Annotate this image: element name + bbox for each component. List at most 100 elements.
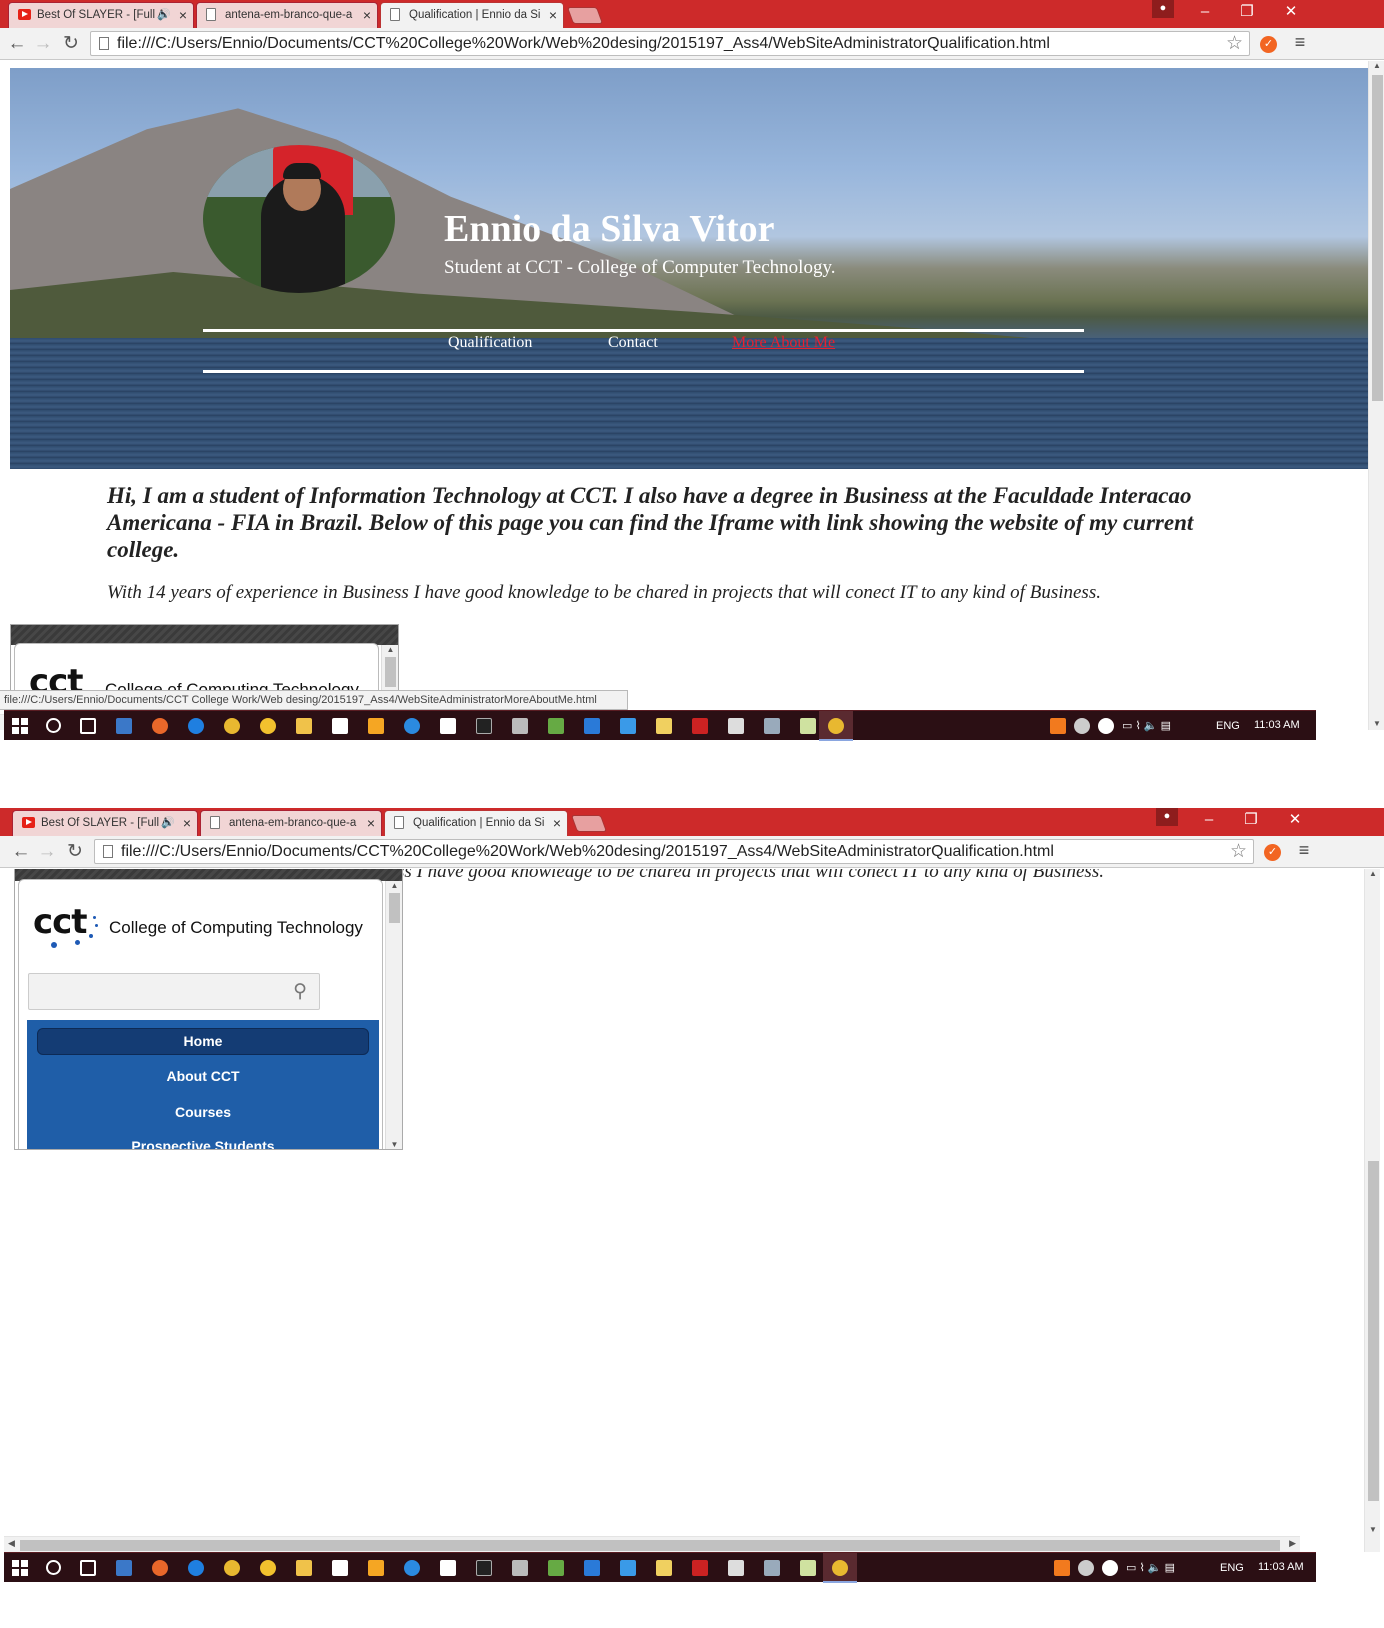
app-icon[interactable] bbox=[584, 718, 600, 734]
reload-icon[interactable]: ↻ bbox=[64, 841, 86, 863]
tab-qualification[interactable]: Qualification | Ennio da Si × bbox=[384, 810, 568, 837]
acrobat-icon[interactable] bbox=[692, 718, 708, 734]
page-scrollbar[interactable]: ▲ ▼ bbox=[1368, 61, 1384, 730]
back-arrow-icon[interactable]: ← bbox=[6, 33, 28, 55]
tray-app-icon[interactable] bbox=[1054, 1560, 1070, 1576]
clock[interactable]: 11:03 AM bbox=[1258, 1553, 1304, 1581]
close-tab-icon[interactable]: × bbox=[549, 3, 557, 27]
chrome-icon[interactable] bbox=[224, 1560, 240, 1576]
windows-start-icon[interactable] bbox=[12, 1560, 28, 1576]
extension-icon[interactable]: ✓ bbox=[1260, 36, 1277, 53]
scroll-up-icon[interactable]: ▲ bbox=[1365, 869, 1381, 878]
bookmark-star-icon[interactable]: ☆ bbox=[1230, 840, 1247, 863]
notes-icon[interactable] bbox=[656, 718, 672, 734]
forward-arrow-icon[interactable]: → bbox=[32, 33, 54, 55]
calculator-icon[interactable] bbox=[440, 718, 456, 734]
app-icon[interactable] bbox=[728, 1560, 744, 1576]
terminal-icon[interactable] bbox=[476, 1560, 492, 1576]
extension-icon[interactable]: ✓ bbox=[1264, 844, 1281, 861]
app-icon[interactable] bbox=[764, 718, 780, 734]
chrome-active-icon[interactable] bbox=[832, 1560, 848, 1576]
scroll-right-icon[interactable]: ▶ bbox=[1289, 1538, 1296, 1549]
app-icon[interactable] bbox=[584, 1560, 600, 1576]
task-view-icon[interactable] bbox=[80, 718, 96, 734]
scroll-down-icon[interactable]: ▼ bbox=[1369, 719, 1384, 728]
minimize-button[interactable]: – bbox=[1182, 0, 1228, 26]
nav-about-cct[interactable]: About CCT bbox=[27, 1068, 379, 1084]
search-input[interactable]: ⚲ bbox=[28, 973, 320, 1010]
app-icon[interactable] bbox=[620, 718, 636, 734]
college-iframe[interactable]: cct College of Computing Technology ⚲ Ho… bbox=[14, 869, 403, 1150]
app-icon[interactable] bbox=[800, 718, 816, 734]
address-bar[interactable]: file:///C:/Users/Ennio/Documents/CCT%20C… bbox=[94, 839, 1254, 864]
scroll-up-icon[interactable]: ▲ bbox=[386, 881, 402, 890]
cct-logo[interactable]: cct bbox=[33, 902, 88, 942]
scroll-up-icon[interactable]: ▲ bbox=[1369, 61, 1384, 70]
firefox-icon[interactable] bbox=[152, 718, 168, 734]
search-icon[interactable]: ⚲ bbox=[293, 980, 307, 1003]
file-explorer-icon[interactable] bbox=[296, 718, 312, 734]
search-icon[interactable] bbox=[46, 1560, 61, 1575]
task-view-icon[interactable] bbox=[80, 1560, 96, 1576]
horizontal-scrollbar[interactable]: ◀ ▶ bbox=[4, 1536, 1300, 1552]
menu-icon[interactable]: ≡ bbox=[1290, 32, 1310, 53]
language-indicator[interactable]: ENG bbox=[1216, 711, 1240, 741]
restore-button[interactable]: ❐ bbox=[1224, 0, 1270, 26]
tab-youtube[interactable]: Best Of SLAYER - [Full A 🔊 × bbox=[12, 810, 198, 836]
clock[interactable]: 11:03 AM bbox=[1254, 711, 1300, 739]
app-icon[interactable] bbox=[512, 1560, 528, 1576]
user-icon[interactable]: ● bbox=[1156, 808, 1178, 826]
user-icon[interactable]: ● bbox=[1152, 0, 1174, 18]
app-icon[interactable] bbox=[404, 718, 420, 734]
scroll-down-icon[interactable]: ▼ bbox=[386, 1140, 402, 1149]
new-tab-button[interactable] bbox=[570, 815, 608, 832]
minimize-button[interactable]: – bbox=[1186, 808, 1232, 834]
bookmark-star-icon[interactable]: ☆ bbox=[1226, 32, 1243, 55]
app-icon[interactable] bbox=[548, 1560, 564, 1576]
app-icon[interactable] bbox=[728, 718, 744, 734]
close-tab-icon[interactable]: × bbox=[367, 811, 375, 835]
close-tab-icon[interactable]: × bbox=[553, 811, 561, 835]
calculator-icon[interactable] bbox=[440, 1560, 456, 1576]
close-tab-icon[interactable]: × bbox=[363, 3, 371, 27]
app-icon[interactable] bbox=[620, 1560, 636, 1576]
app-icon[interactable] bbox=[404, 1560, 420, 1576]
cloud-icon[interactable] bbox=[1074, 718, 1090, 734]
edge-icon[interactable] bbox=[188, 718, 204, 734]
menu-icon[interactable]: ≡ bbox=[1294, 840, 1314, 861]
app-icon[interactable] bbox=[512, 718, 528, 734]
reload-icon[interactable]: ↻ bbox=[60, 33, 82, 55]
store-icon[interactable] bbox=[332, 718, 348, 734]
tab-antena[interactable]: antena-em-branco-que-a × bbox=[200, 810, 382, 836]
nav-home[interactable]: Home bbox=[37, 1028, 369, 1055]
file-explorer-icon[interactable] bbox=[296, 1560, 312, 1576]
close-tab-icon[interactable]: × bbox=[179, 3, 187, 27]
close-window-button[interactable]: ✕ bbox=[1268, 0, 1314, 26]
acrobat-icon[interactable] bbox=[692, 1560, 708, 1576]
app-icon[interactable] bbox=[260, 718, 276, 734]
tab-antena[interactable]: antena-em-branco-que-a × bbox=[196, 2, 378, 28]
tab-qualification[interactable]: Qualification | Ennio da Si × bbox=[380, 2, 564, 29]
close-window-button[interactable]: ✕ bbox=[1272, 808, 1318, 834]
chrome-icon[interactable] bbox=[224, 718, 240, 734]
app-icon[interactable] bbox=[800, 1560, 816, 1576]
tray-app-icon[interactable] bbox=[1102, 1560, 1118, 1576]
media-icon[interactable] bbox=[368, 1560, 384, 1576]
terminal-icon[interactable] bbox=[476, 718, 492, 734]
tray-app-icon[interactable] bbox=[1050, 718, 1066, 734]
language-indicator[interactable]: ENG bbox=[1220, 1553, 1244, 1583]
firefox-icon[interactable] bbox=[152, 1560, 168, 1576]
close-tab-icon[interactable]: × bbox=[183, 811, 191, 835]
page-scrollbar[interactable]: ▲ ▼ bbox=[1364, 869, 1380, 1552]
chrome-active-icon[interactable] bbox=[828, 718, 844, 734]
app-icon[interactable] bbox=[116, 718, 132, 734]
app-icon[interactable] bbox=[116, 1560, 132, 1576]
nav-courses[interactable]: Courses bbox=[27, 1104, 379, 1120]
cloud-icon[interactable] bbox=[1078, 1560, 1094, 1576]
restore-button[interactable]: ❐ bbox=[1228, 808, 1274, 834]
forward-arrow-icon[interactable]: → bbox=[36, 841, 58, 863]
tray-app-icon[interactable] bbox=[1098, 718, 1114, 734]
nav-more-about-me[interactable]: More About Me bbox=[732, 334, 835, 352]
scroll-down-icon[interactable]: ▼ bbox=[1365, 1525, 1381, 1534]
address-bar[interactable]: file:///C:/Users/Ennio/Documents/CCT%20C… bbox=[90, 31, 1250, 56]
